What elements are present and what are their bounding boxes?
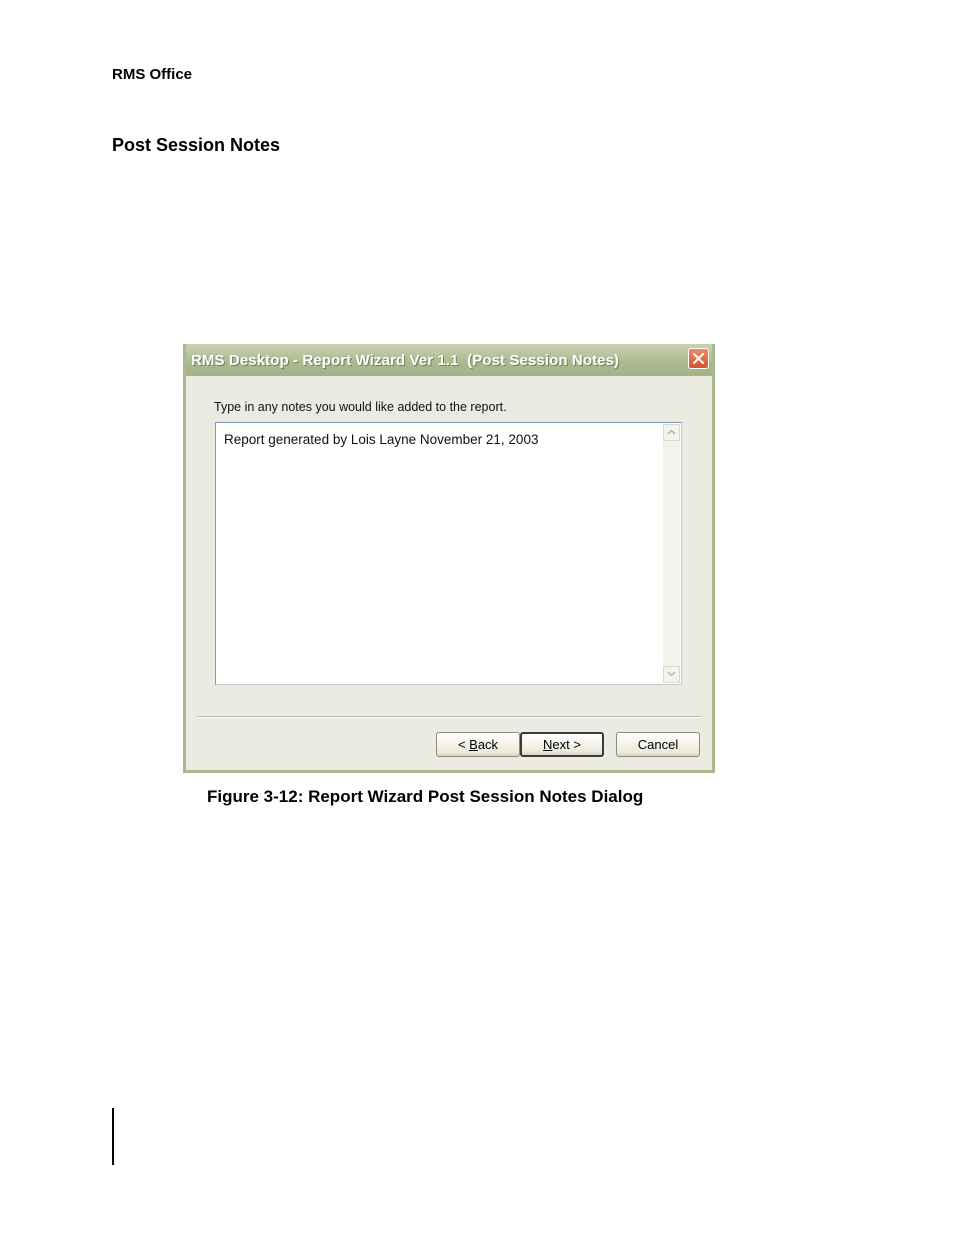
- section-title: Post Session Notes: [112, 135, 281, 155]
- back-label: ack: [477, 737, 499, 752]
- instruction-label: Type in any notes you would like added t…: [214, 400, 507, 414]
- vertical-scrollbar[interactable]: [663, 424, 680, 683]
- next-button[interactable]: Next >: [520, 732, 604, 757]
- dialog-title-bar[interactable]: RMS Desktop - Report Wizard Ver 1.1 (Pos…: [186, 344, 712, 376]
- next-label: ext >: [552, 737, 581, 752]
- cancel-button[interactable]: Cancel: [616, 732, 700, 757]
- margin-rule: [112, 1108, 114, 1165]
- chevron-up-icon: [667, 429, 676, 435]
- figure-caption: Figure 3-12: Report Wizard Post Session …: [207, 787, 644, 806]
- button-separator: [197, 716, 701, 718]
- scroll-down-button[interactable]: [663, 666, 680, 683]
- back-mnemonic: B: [469, 737, 478, 752]
- running-header: RMS Office: [112, 66, 193, 83]
- notes-text: Report generated by Lois Layne November …: [224, 432, 539, 447]
- next-mnemonic: N: [543, 737, 553, 752]
- report-wizard-dialog: RMS Desktop - Report Wizard Ver 1.1 (Pos…: [183, 344, 715, 773]
- dialog-title: RMS Desktop - Report Wizard Ver 1.1 (Pos…: [191, 352, 620, 369]
- dialog-client-area: Type in any notes you would like added t…: [186, 376, 712, 770]
- scroll-up-button[interactable]: [663, 424, 680, 441]
- notes-textarea[interactable]: Report generated by Lois Layne November …: [215, 422, 682, 685]
- back-prefix: <: [457, 737, 470, 752]
- close-icon: [693, 353, 704, 364]
- back-button[interactable]: < Back: [436, 732, 520, 757]
- chevron-down-icon: [667, 671, 676, 677]
- close-button[interactable]: [688, 348, 709, 369]
